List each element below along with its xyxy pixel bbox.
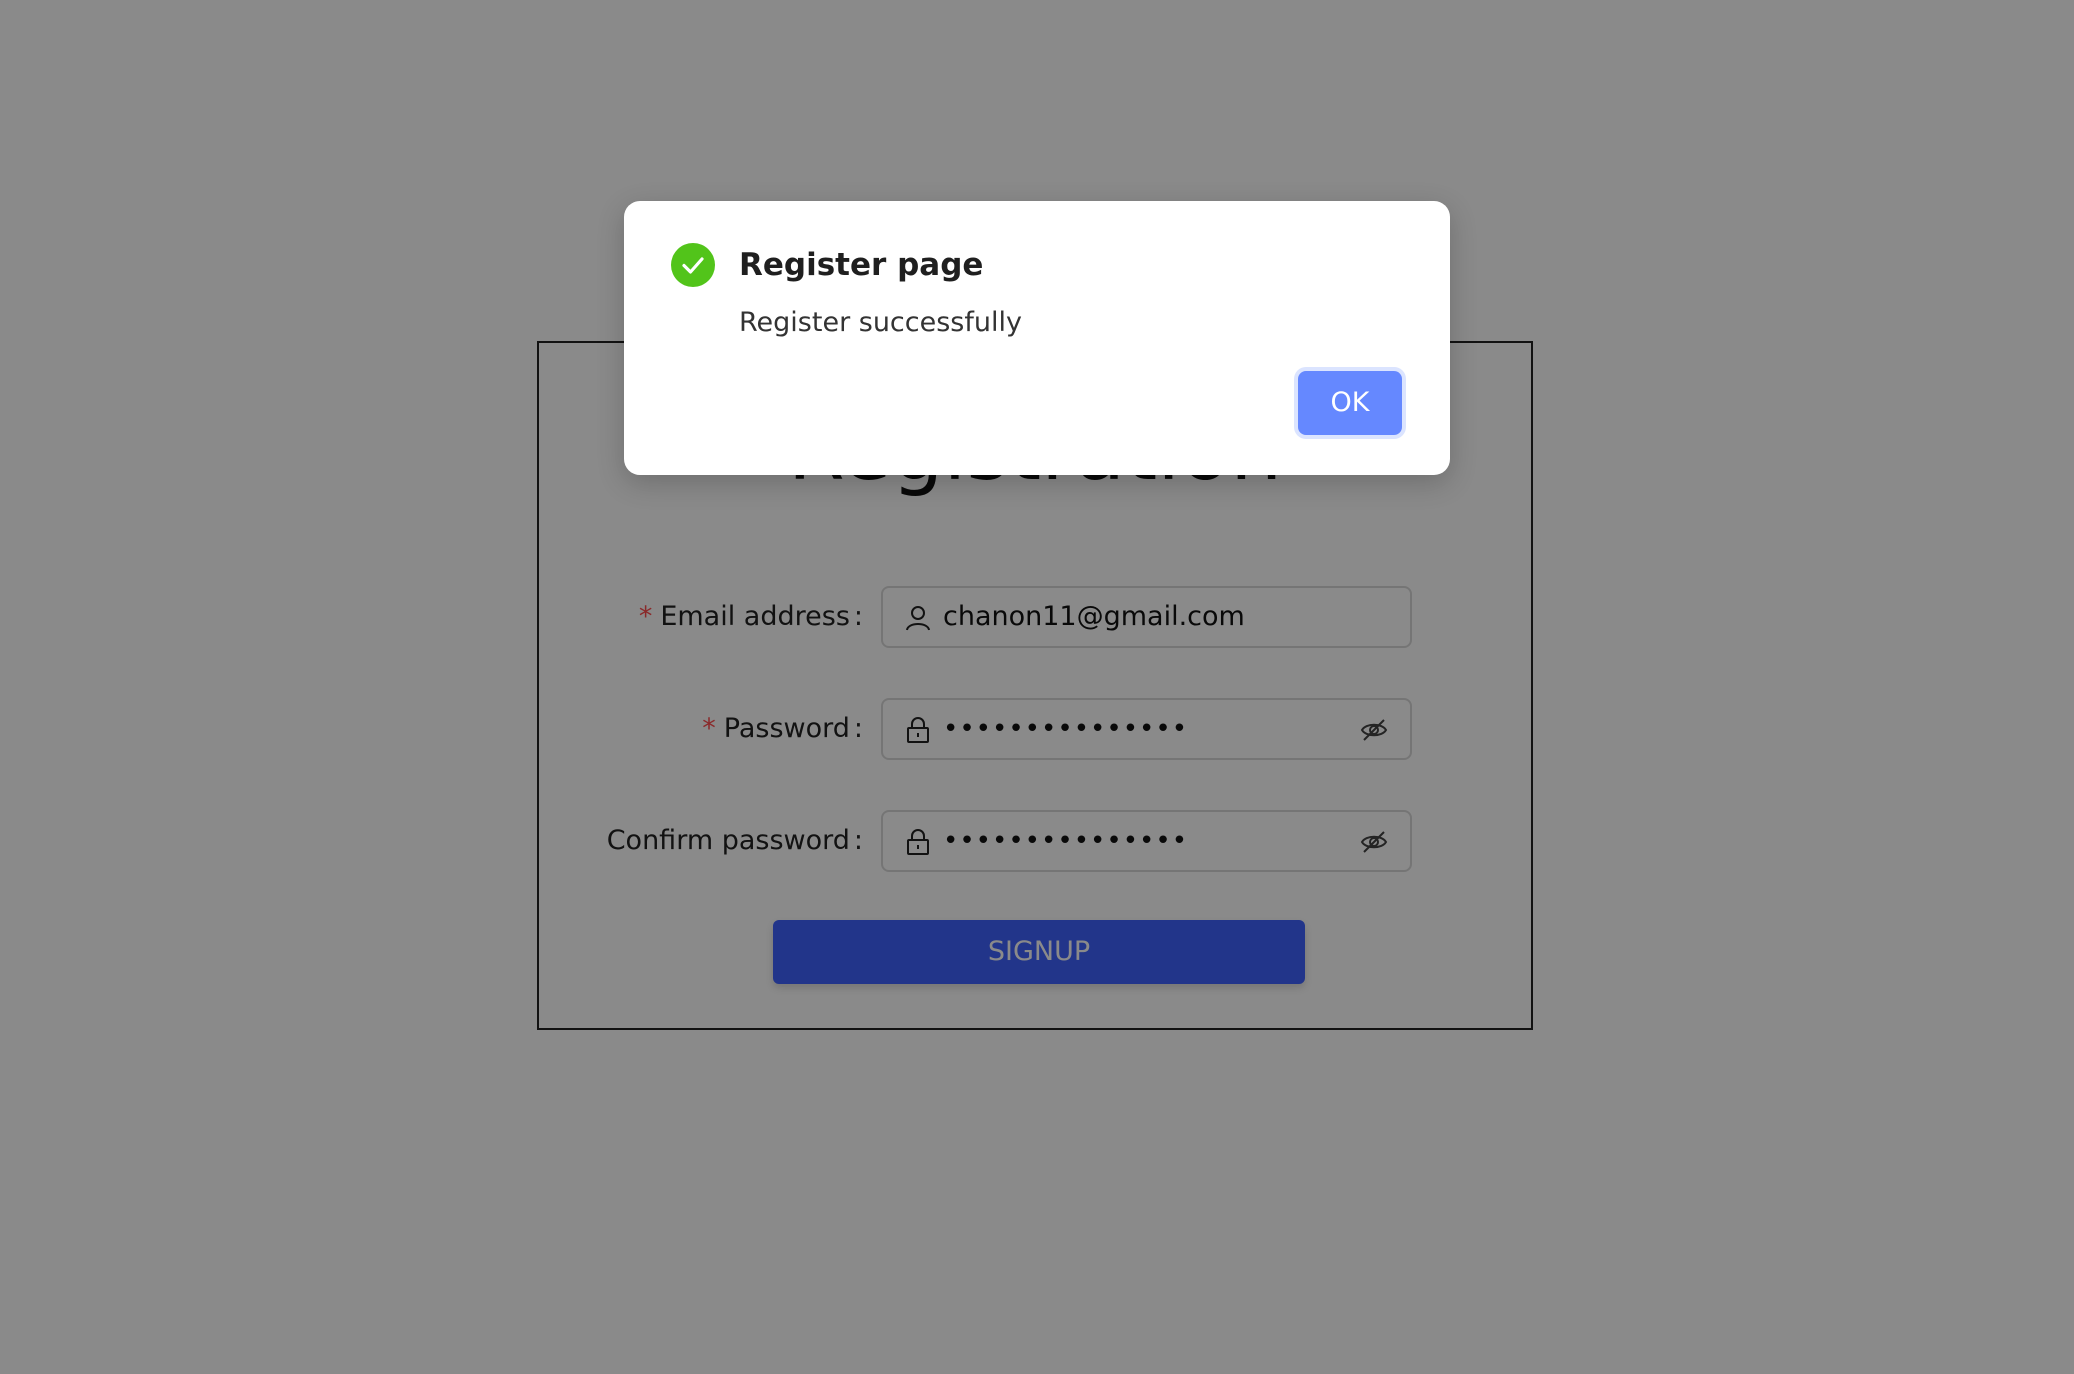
success-modal: Register page Register successfully OK	[624, 201, 1450, 475]
check-circle-icon	[671, 243, 715, 287]
page: Registration *Email address: chanon11@gm…	[0, 0, 2074, 1374]
modal-title: Register page	[739, 247, 984, 283]
modal-content: Register successfully	[739, 307, 1022, 338]
ok-button[interactable]: OK	[1298, 371, 1402, 435]
